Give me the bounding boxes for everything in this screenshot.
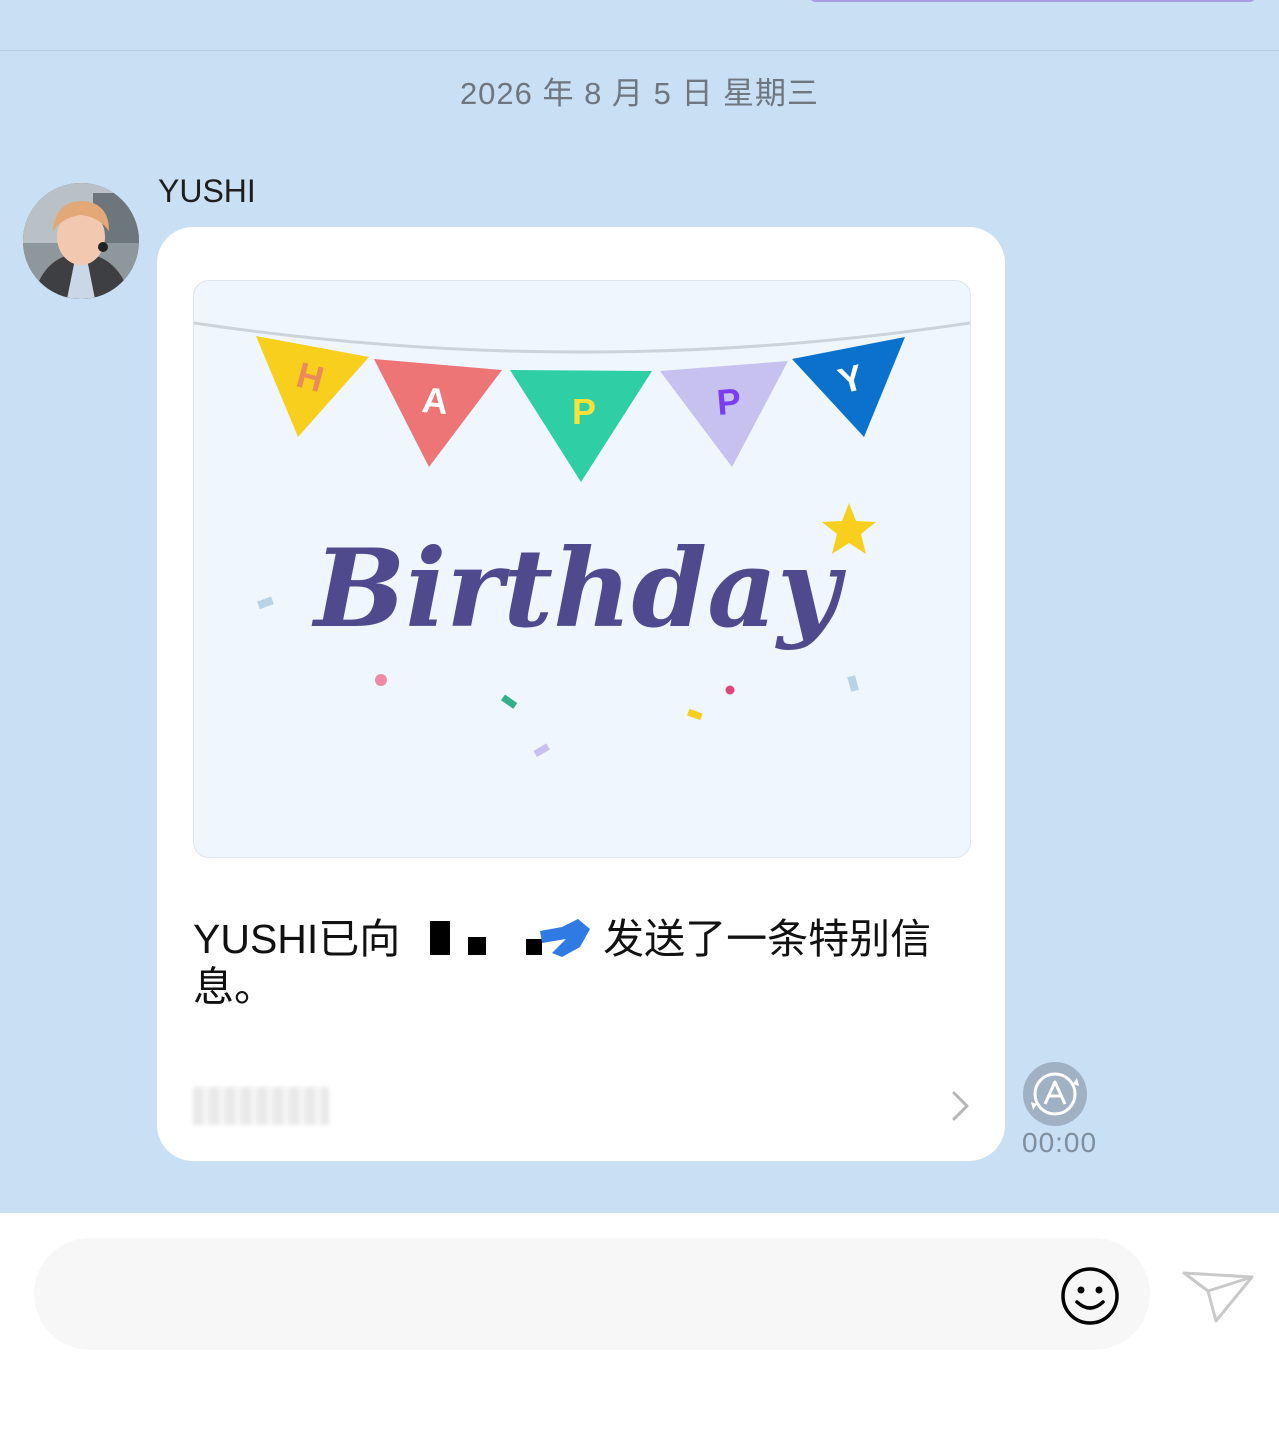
special-message-text: YUSHI已向 发送了一条特别信息。: [193, 916, 932, 1010]
message-input[interactable]: [34, 1238, 1150, 1350]
card-footer-link[interactable]: [193, 1087, 329, 1125]
paper-plane-icon[interactable]: [1180, 1265, 1255, 1325]
message-time: 00:00: [1022, 1127, 1098, 1158]
date-divider: 2026 年 8 月 5 日 星期三: [459, 76, 820, 111]
previous-message-bubble-edge: [810, 0, 1255, 2]
top-strip: [0, 0, 1279, 51]
translate-icon[interactable]: [1023, 1062, 1087, 1126]
pennant-letter: A: [420, 379, 449, 422]
birthday-card-image: HAPPY Birthday: [193, 280, 971, 858]
pennant-letter: P: [715, 380, 742, 423]
pennant-letter: P: [572, 391, 596, 432]
smiley-icon[interactable]: [1060, 1266, 1120, 1326]
redacted-recipient: [412, 917, 592, 959]
birthday-headline: Birthday: [311, 526, 846, 652]
special-message-card[interactable]: HAPPY Birthday YUSHI已向 发送了一条特别信息。: [157, 227, 1005, 1161]
avatar[interactable]: [23, 183, 139, 299]
sender-name: YUSHI: [158, 173, 256, 209]
chevron-right-icon[interactable]: [947, 1089, 973, 1123]
